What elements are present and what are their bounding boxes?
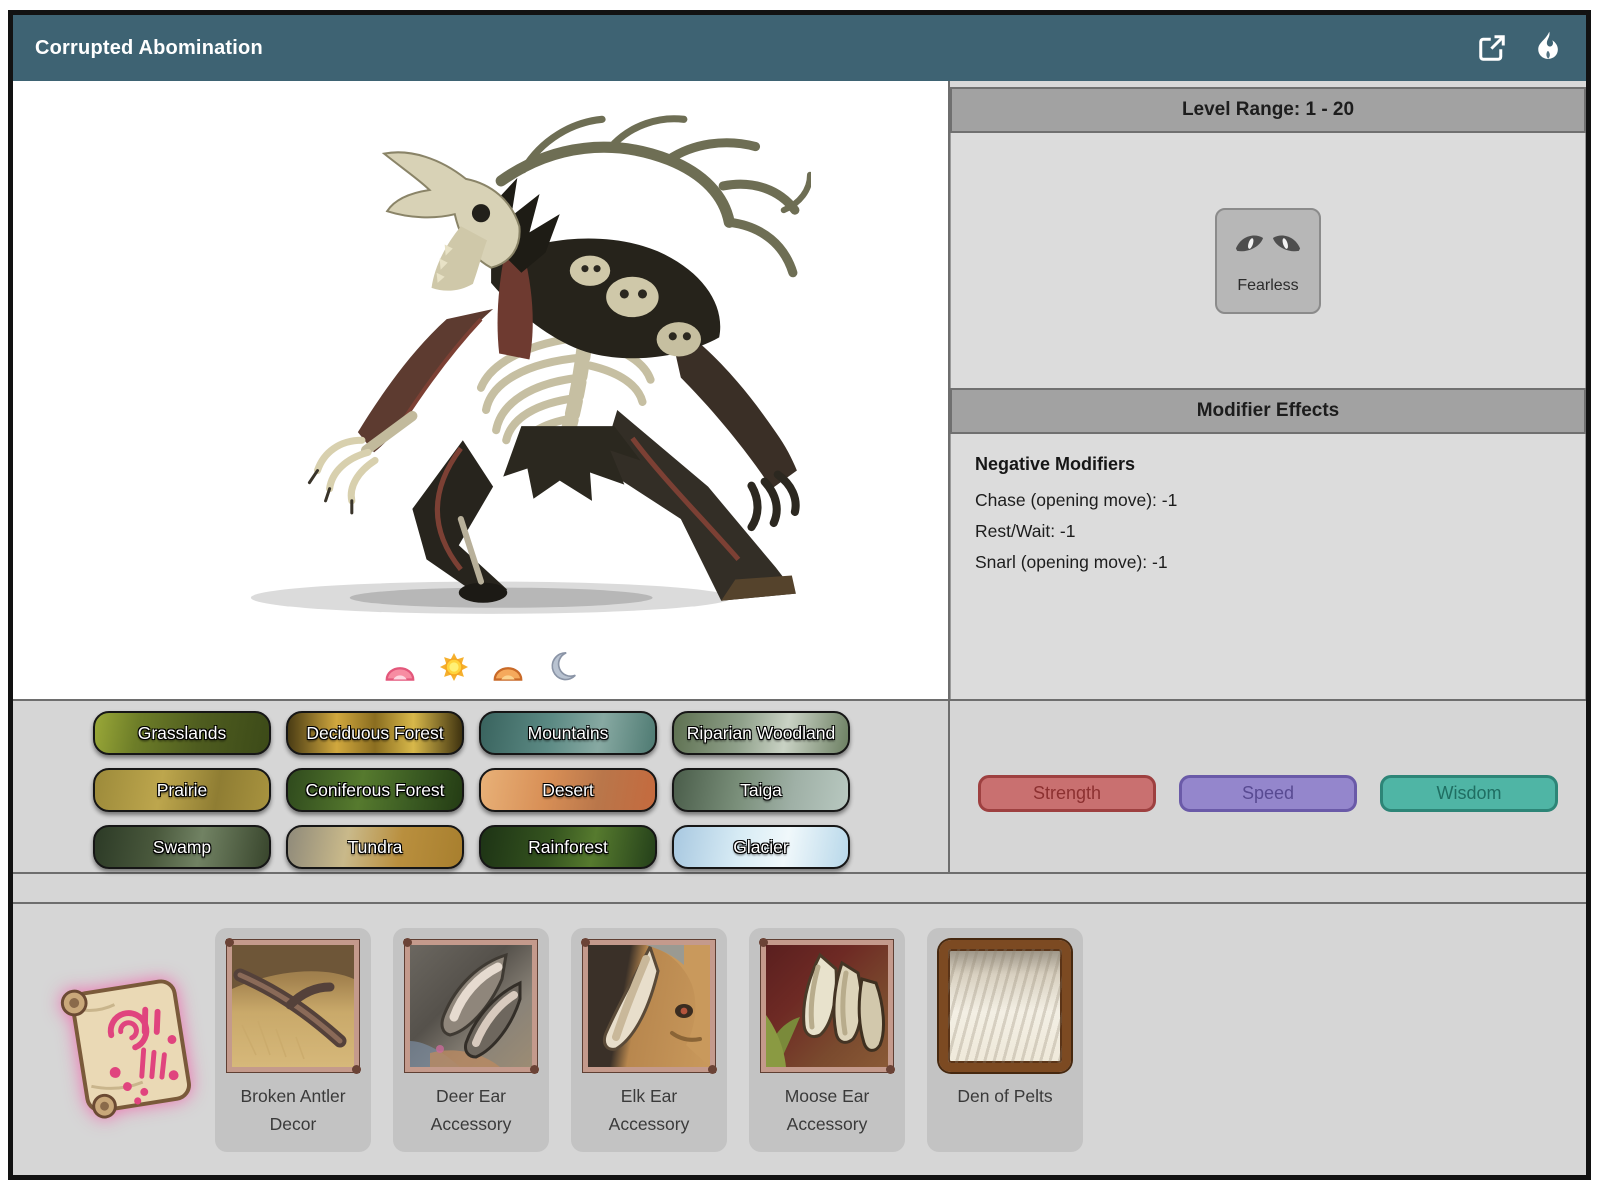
stat-area: Strength Speed Wisdom bbox=[950, 701, 1586, 872]
modifier-line: Snarl (opening move): -1 bbox=[975, 547, 1561, 578]
negative-modifiers-title: Negative Modifiers bbox=[975, 454, 1561, 475]
biome-coniferous-forest[interactable]: Coniferous Forest bbox=[286, 768, 464, 812]
page-title: Corrupted Abomination bbox=[35, 37, 263, 60]
creature-panel bbox=[13, 81, 950, 699]
den-of-pelts-image bbox=[939, 940, 1071, 1072]
level-range-header: Level Range: 1 - 20 bbox=[950, 87, 1586, 133]
moose-ear-accessory-image bbox=[761, 940, 893, 1072]
recipe-scroll-icon[interactable] bbox=[47, 956, 215, 1136]
drop-card-broken-antler-decor[interactable]: Broken Antler Decor bbox=[215, 928, 371, 1152]
biome-stat-band: Grasslands Deciduous Forest Mountains Ri… bbox=[13, 699, 1586, 872]
drop-card-moose-ear-accessory[interactable]: Moose Ear Accessory bbox=[749, 928, 905, 1152]
time-of-day-row bbox=[13, 653, 948, 683]
drop-label: Elk Ear Accessory bbox=[579, 1082, 719, 1138]
biome-tundra[interactable]: Tundra bbox=[286, 825, 464, 869]
sunset-icon bbox=[490, 653, 526, 683]
drop-card-den-of-pelts[interactable]: Den of Pelts bbox=[927, 928, 1083, 1152]
modifier-effects-header: Modifier Effects bbox=[950, 388, 1586, 434]
modifier-effects-body: Negative Modifiers Chase (opening move):… bbox=[950, 434, 1586, 699]
details-panel: Level Range: 1 - 20 Fearless Modifier Ef… bbox=[950, 81, 1586, 699]
drop-label: Broken Antler Decor bbox=[223, 1082, 363, 1138]
drops-section: Broken Antler Decor Deer Ear Accessory bbox=[13, 904, 1586, 1175]
broken-antler-decor-image bbox=[227, 940, 359, 1072]
trait-label: Fearless bbox=[1237, 277, 1298, 295]
menacing-eyes-icon bbox=[1231, 226, 1305, 271]
external-link-icon[interactable] bbox=[1476, 32, 1508, 64]
deer-ear-accessory-image bbox=[405, 940, 537, 1072]
stat-speed-button[interactable]: Speed bbox=[1179, 775, 1357, 812]
biome-glacier[interactable]: Glacier bbox=[672, 825, 850, 869]
moon-icon bbox=[544, 653, 580, 683]
biome-area: Grasslands Deciduous Forest Mountains Ri… bbox=[13, 701, 950, 872]
title-bar-actions bbox=[1476, 32, 1564, 64]
elk-ear-accessory-image bbox=[583, 940, 715, 1072]
modifier-line: Chase (opening move): -1 bbox=[975, 485, 1561, 516]
biome-swamp[interactable]: Swamp bbox=[93, 825, 271, 869]
biome-rainforest[interactable]: Rainforest bbox=[479, 825, 657, 869]
creature-image bbox=[151, 85, 811, 635]
sun-icon bbox=[436, 653, 472, 683]
enemy-info-window: Corrupted Abomination bbox=[8, 10, 1591, 1180]
stat-wisdom-button[interactable]: Wisdom bbox=[1380, 775, 1558, 812]
flame-icon[interactable] bbox=[1532, 32, 1564, 64]
drop-card-deer-ear-accessory[interactable]: Deer Ear Accessory bbox=[393, 928, 549, 1152]
biome-grasslands[interactable]: Grasslands bbox=[93, 711, 271, 755]
separator-band bbox=[13, 872, 1586, 904]
biome-taiga[interactable]: Taiga bbox=[672, 768, 850, 812]
sunrise-icon bbox=[382, 653, 418, 683]
trait-area: Fearless bbox=[950, 133, 1586, 388]
biome-desert[interactable]: Desert bbox=[479, 768, 657, 812]
trait-fearless[interactable]: Fearless bbox=[1215, 208, 1321, 314]
drop-label: Moose Ear Accessory bbox=[757, 1082, 897, 1138]
modifier-line: Rest/Wait: -1 bbox=[975, 516, 1561, 547]
title-bar: Corrupted Abomination bbox=[13, 15, 1586, 81]
biome-mountains[interactable]: Mountains bbox=[479, 711, 657, 755]
drop-label: Den of Pelts bbox=[935, 1082, 1075, 1110]
biome-deciduous-forest[interactable]: Deciduous Forest bbox=[286, 711, 464, 755]
stat-strength-button[interactable]: Strength bbox=[978, 775, 1156, 812]
biome-riparian-woodland[interactable]: Riparian Woodland bbox=[672, 711, 850, 755]
drop-label: Deer Ear Accessory bbox=[401, 1082, 541, 1138]
biome-prairie[interactable]: Prairie bbox=[93, 768, 271, 812]
main-panels: Level Range: 1 - 20 Fearless Modifier Ef… bbox=[13, 81, 1586, 699]
drop-card-elk-ear-accessory[interactable]: Elk Ear Accessory bbox=[571, 928, 727, 1152]
